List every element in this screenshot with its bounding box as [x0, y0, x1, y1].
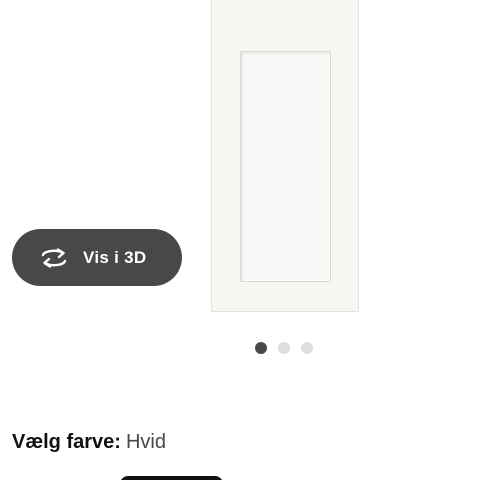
door-panel [240, 51, 331, 282]
color-swatch[interactable] [120, 476, 223, 480]
carousel-dot[interactable] [301, 342, 313, 354]
color-label: Vælg farve: [12, 431, 121, 453]
view-3d-label: Vis i 3D [83, 247, 147, 267]
product-page: Vis i 3D Vælg farve: Hvid [0, 0, 480, 480]
color-selector-heading: Vælg farve: Hvid [12, 431, 166, 454]
carousel-dot[interactable] [255, 342, 267, 354]
rotate-3d-icon [38, 246, 70, 270]
view-3d-button[interactable]: Vis i 3D [12, 229, 182, 286]
cabinet-door-image [211, 0, 359, 312]
carousel-dots [255, 342, 313, 354]
carousel-dot[interactable] [278, 342, 290, 354]
color-value: Hvid [125, 431, 166, 453]
